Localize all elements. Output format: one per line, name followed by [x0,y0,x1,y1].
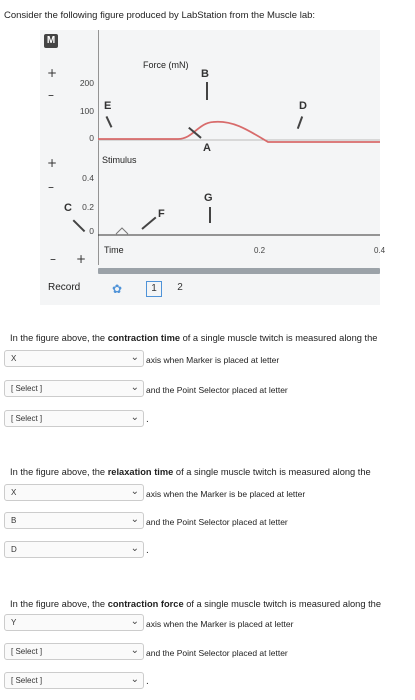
chevron-down-icon: ⌄ [130,382,139,393]
q3-axis-select[interactable]: Y ⌄ [4,614,144,631]
time-zoom-in-button[interactable]: + [76,252,86,266]
chevron-down-icon: ⌄ [130,645,139,656]
time-axis-title: Time [104,245,124,255]
q1-period: . [146,414,149,425]
stim-tick-0-4: 0.4 [82,173,94,183]
q3-marker-value: [ Select ] [11,647,43,656]
force-zoom-out-button[interactable]: – [48,88,54,102]
chevron-down-icon: ⌄ [130,543,139,554]
q2-after-marker-text: and the Point Selector placed at letter [146,517,288,527]
stim-zoom-in-button[interactable]: + [47,156,57,170]
marker-g-label[interactable]: G [204,192,213,204]
page-1-button[interactable]: 1 [146,281,162,297]
q3-after-axis-text: axis when the Marker is placed at letter [146,619,294,629]
stimulus-axis-title: Stimulus [102,155,137,165]
q2-period: . [146,545,149,556]
intro-text: Consider the following figure produced b… [4,10,316,21]
time-tick-0-4: 0.4 [374,246,386,255]
page-2-button[interactable]: 2 [172,281,188,297]
q3-axis-value: Y [11,618,17,627]
q2-axis-value: X [11,488,17,497]
q2-axis-select[interactable]: X ⌄ [4,484,144,501]
q1-axis-select[interactable]: X ⌄ [4,350,144,367]
labstation-figure: M + – 200 100 0 + – 0.4 0.2 0 – + Record… [40,30,385,305]
force-curve [98,120,380,143]
time-zoom-out-button[interactable]: – [50,252,56,266]
record-button[interactable]: Record [48,282,80,293]
marker-f-label[interactable]: F [158,208,165,220]
time-scrollbar[interactable] [98,268,380,274]
q3-point-value: [ Select ] [11,676,43,685]
chevron-down-icon: ⌄ [130,412,139,423]
time-tick-0-2: 0.2 [254,246,266,255]
gear-icon[interactable]: ✿ [112,282,122,296]
marker-a-label[interactable]: A [203,142,211,154]
marker-b-arrow [206,82,208,100]
plot-area: Force (mN) Stimulus Time B E A D G F 0.2… [98,30,385,265]
force-axis-title: Force (mN) [143,60,189,70]
q3-period: . [146,676,149,687]
chevron-down-icon: ⌄ [130,616,139,627]
q1-marker-value: [ Select ] [11,384,43,393]
q2-marker-value: B [11,516,17,525]
q1-after-marker-text: and the Point Selector placed at letter [146,385,288,395]
force-tick-200: 200 [79,78,94,88]
chevron-down-icon: ⌄ [130,674,139,685]
marker-g-arrow [209,207,211,223]
stim-zoom-out-button[interactable]: – [48,180,54,194]
q3-point-select[interactable]: [ Select ] ⌄ [4,672,144,689]
q3-after-marker-text: and the Point Selector placed at letter [146,648,288,658]
q2-point-value: D [11,545,17,554]
chevron-down-icon: ⌄ [130,486,139,497]
marker-d-label[interactable]: D [299,100,307,112]
force-tick-100: 100 [79,106,94,116]
figure-controls: M + – 200 100 0 + – 0.4 0.2 0 – + Record [40,30,98,305]
stimulus-pulse [115,227,129,235]
marker-e-label[interactable]: E [104,100,111,112]
marker-c-label[interactable]: C [64,202,72,214]
q3-marker-select[interactable]: [ Select ] ⌄ [4,643,144,660]
question-3-text: In the figure above, the contraction for… [10,599,382,609]
q2-point-select[interactable]: D ⌄ [4,541,144,558]
q1-point-select[interactable]: [ Select ] ⌄ [4,410,144,427]
question-1-text: In the figure above, the contraction tim… [10,333,378,343]
q1-point-value: [ Select ] [11,414,43,423]
force-zoom-in-button[interactable]: + [47,66,57,80]
force-tick-0: 0 [89,133,94,143]
plot-svg [98,30,380,265]
marker-b-label[interactable]: B [201,68,209,80]
chevron-down-icon: ⌄ [130,352,139,363]
q1-after-axis-text: axis when Marker is placed at letter [146,355,280,365]
q1-marker-select[interactable]: [ Select ] ⌄ [4,380,144,397]
q2-marker-select[interactable]: B ⌄ [4,512,144,529]
q2-after-axis-text: axis when the Marker is be placed at let… [146,489,306,499]
q1-axis-value: X [11,354,17,363]
chevron-down-icon: ⌄ [130,514,139,525]
question-2-text: In the figure above, the relaxation time… [10,467,371,477]
marker-badge[interactable]: M [44,34,58,48]
